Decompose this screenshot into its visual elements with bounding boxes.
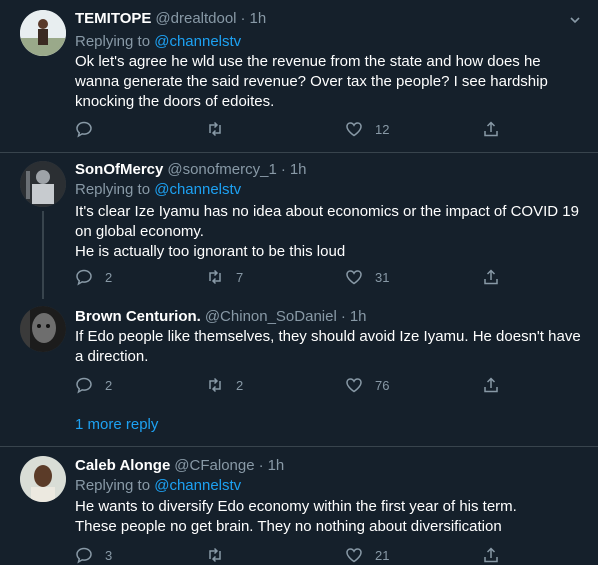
retweet-count: 7 <box>236 269 244 285</box>
display-name[interactable]: Caleb Alonge <box>75 457 170 474</box>
timestamp[interactable]: 1h <box>250 10 267 27</box>
tweet-header: Caleb Alonge @CFalonge · 1h <box>75 457 285 474</box>
username[interactable]: @sonofmercy_1 <box>167 161 276 178</box>
share-icon <box>484 121 498 137</box>
tweet-actions: 2 2 76 <box>75 375 575 395</box>
replying-to: Replying to @channelstv <box>75 33 242 50</box>
share-icon <box>484 547 498 563</box>
reply-icon <box>76 121 92 138</box>
share-button[interactable] <box>482 267 500 287</box>
tweet[interactable]: TEMITOPE @drealtdool · 1h Replying to @chan… <box>0 0 598 152</box>
retweet-icon <box>209 121 221 137</box>
like-button[interactable]: 76 <box>345 375 389 395</box>
timestamp[interactable]: 1h <box>290 161 307 178</box>
avatar[interactable] <box>20 456 66 502</box>
retweet-icon <box>209 269 221 285</box>
retweet-button[interactable] <box>206 545 236 565</box>
like-count: 31 <box>375 269 390 285</box>
share-button[interactable] <box>482 119 500 139</box>
tweet-header: Brown Centurion. @Chinon_SoDaniel · 1h <box>75 308 367 325</box>
display-name[interactable]: TEMITOPE <box>75 10 151 27</box>
display-name[interactable]: SonOfMercy <box>75 161 163 178</box>
tweet-actions: 12 <box>75 119 575 139</box>
mention-link[interactable]: @channelstv <box>154 181 241 198</box>
share-button[interactable] <box>482 545 500 565</box>
retweet-count: 2 <box>236 377 244 393</box>
retweet-button[interactable]: 2 <box>206 375 243 395</box>
reply-count: 2 <box>105 377 113 393</box>
username[interactable]: @CFalonge <box>174 457 254 474</box>
share-icon <box>484 269 498 285</box>
retweet-button[interactable] <box>206 119 236 139</box>
like-icon <box>346 548 362 563</box>
username[interactable]: @drealtdool <box>155 10 236 27</box>
replying-to: Replying to @channelstv <box>75 477 242 494</box>
timestamp[interactable]: 1h <box>268 457 285 474</box>
tweet-text: It's clear Ize Iyamu has no idea about e… <box>75 203 579 260</box>
tweet-text: If Edo people like themselves, they shou… <box>75 328 581 365</box>
thread-line <box>42 211 44 299</box>
tweet-header: TEMITOPE @drealtdool · 1h <box>75 10 267 27</box>
like-icon <box>346 378 362 393</box>
share-icon <box>484 377 498 393</box>
like-count: 21 <box>375 547 390 563</box>
reply-count: 3 <box>105 547 113 563</box>
show-more-replies-link[interactable]: 1 more reply <box>75 416 158 433</box>
avatar[interactable] <box>20 10 66 56</box>
like-icon <box>346 122 362 137</box>
tweet-text: Ok let's agree he wld use the revenue fr… <box>75 53 548 110</box>
reply-button[interactable]: 2 <box>75 375 112 395</box>
username[interactable]: @Chinon_SoDaniel <box>205 308 337 325</box>
tweet-actions: 3 21 <box>75 545 575 565</box>
like-count: 76 <box>375 377 390 393</box>
timestamp[interactable]: 1h <box>350 308 367 325</box>
tweet[interactable]: Caleb Alonge @CFalonge · 1h Replying to @ch… <box>0 447 598 564</box>
avatar[interactable] <box>20 306 66 352</box>
tweet[interactable]: SonOfMercy @sonofmercy_1 · 1h Replying to @… <box>0 153 598 299</box>
like-icon <box>346 270 362 285</box>
like-button[interactable]: 21 <box>345 545 389 565</box>
mention-link[interactable]: @channelstv <box>154 477 241 494</box>
reply-button[interactable] <box>75 119 105 139</box>
retweet-icon <box>209 547 221 563</box>
tweet[interactable]: Brown Centurion. @Chinon_SoDaniel · 1h If E… <box>0 298 598 408</box>
like-button[interactable]: 12 <box>345 119 389 139</box>
reply-icon <box>76 377 92 394</box>
like-button[interactable]: 31 <box>345 267 389 287</box>
chevron-down-icon[interactable] <box>568 13 582 27</box>
reply-icon <box>76 269 92 286</box>
tweet-actions: 2 7 31 <box>75 267 575 287</box>
reply-button[interactable]: 3 <box>75 545 112 565</box>
replying-to: Replying to @channelstv <box>75 181 242 198</box>
tweet-header: SonOfMercy @sonofmercy_1 · 1h <box>75 161 307 178</box>
share-button[interactable] <box>482 375 500 395</box>
retweet-button[interactable]: 7 <box>206 267 243 287</box>
avatar[interactable] <box>20 161 66 207</box>
reply-button[interactable]: 2 <box>75 267 112 287</box>
tweet-text: He wants to diversify Edo economy within… <box>75 498 517 535</box>
reply-icon <box>76 547 92 564</box>
like-count: 12 <box>375 121 390 137</box>
display-name[interactable]: Brown Centurion. <box>75 308 201 325</box>
mention-link[interactable]: @channelstv <box>154 33 241 50</box>
reply-count: 2 <box>105 269 113 285</box>
retweet-icon <box>209 377 221 393</box>
